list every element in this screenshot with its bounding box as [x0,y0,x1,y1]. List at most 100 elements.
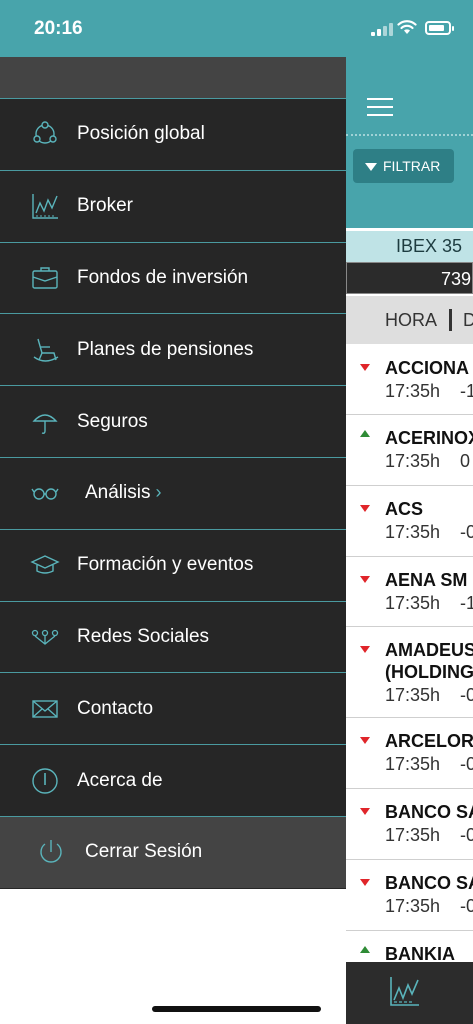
drawer-header [0,57,346,98]
stock-change: -0 [460,754,473,774]
chart-icon [32,194,58,219]
glasses-icon [31,488,59,501]
stock-time: 17:35h [385,593,441,613]
menu-item-label: Seguros [77,410,148,432]
trend-up-icon [360,946,370,953]
info-icon [32,767,58,794]
table-row[interactable]: ACERINOX 17:35h 0 [346,415,473,486]
menu-item-broker[interactable]: Broker [0,169,346,242]
trend-down-icon [360,505,370,512]
trend-down-icon [360,737,370,744]
column-header: HORA D [346,296,473,344]
menu-item-label: Acerca de [77,769,163,791]
table-row[interactable]: ACCIONA 17:35h -1 [346,345,473,415]
menu-item-formacion[interactable]: Formación y eventos [0,528,346,601]
column-header-change[interactable]: D [463,296,473,344]
logout-label: Cerrar Sesión [85,841,203,863]
menu-item-analisis[interactable]: Análisis › [0,456,346,529]
stock-change: -1 [460,593,473,613]
trend-down-icon [360,364,370,371]
graduation-cap-icon [30,555,60,574]
wifi-icon [397,20,417,34]
stock-name: ACS [385,499,424,519]
stock-list: ACCIONA 17:35h -1 ACERINOX 17:35h 0 ACS … [346,345,473,976]
menu-item-label: Posición global [77,123,205,145]
stock-name: ACCIONA [385,358,469,378]
stock-change: -0 [460,896,473,916]
menu-item-label: Broker [77,195,133,217]
umbrella-icon [32,413,58,434]
menu-item-acerca-de[interactable]: Acerca de [0,744,346,816]
stock-change: -0 [460,522,473,542]
hamburger-menu-icon[interactable] [367,98,393,118]
menu-item-redes-sociales[interactable]: Redes Sociales [0,600,346,673]
table-row[interactable]: ARCELOR 17:35h -0 [346,718,473,789]
navigation-drawer: Posición global Broker Fondos de inversi… [0,57,346,889]
menu-item-label: Formación y eventos [77,554,254,576]
stock-change: 0 [460,451,471,471]
bottom-tab-bar [346,962,473,1024]
menu-item-planes[interactable]: Planes de pensiones [0,313,346,385]
stock-name: ACERINOX [385,428,473,448]
filter-bar: FILTRAR [346,136,473,198]
battery-icon [425,21,454,35]
menu-item-posicion-global[interactable]: Posición global [0,98,346,170]
menu-item-seguros[interactable]: Seguros [0,385,346,457]
stock-time: 17:35h [385,896,441,916]
stock-time: 17:35h [385,754,441,774]
logout-button[interactable]: Cerrar Sesión [0,815,346,888]
table-row[interactable]: AMADEUS (HOLDING 17:35h -0 [346,627,473,718]
table-row[interactable]: BANCO SA 17:35h -0 [346,789,473,860]
menu-item-label: Contacto [77,697,154,719]
table-row[interactable]: BANCO SA 17:35h -0 [346,860,473,931]
menu-item-label-group: Análisis › [85,482,161,504]
column-separator [449,309,452,331]
menu-item-fondos[interactable]: Fondos de inversión [0,241,346,314]
filter-label: FILTRAR [383,158,441,174]
envelope-icon [32,700,58,718]
menu-item-label: Análisis [85,482,151,504]
stock-list-screen: FILTRAR IBEX 35 739 HORA D ACCIONA 17:35… [346,57,473,1024]
stock-name: AENA SM [385,570,468,590]
cellular-signal-icon [371,22,393,36]
stock-change: -0 [460,685,473,705]
status-bar: 20:16 [0,0,473,57]
stock-time: 17:35h [385,825,441,845]
funnel-icon [365,163,377,171]
stock-time: 17:35h [385,451,441,471]
trend-down-icon [360,879,370,886]
chart-tab-icon[interactable] [388,974,422,1008]
filter-button[interactable]: FILTRAR [353,149,454,183]
stock-time: 17:35h [385,381,441,401]
app-header [346,57,473,136]
index-value: 739 [346,262,473,294]
home-indicator[interactable] [152,1006,321,1012]
rocking-chair-icon [33,338,59,362]
tab-strip [346,198,473,228]
stock-name: BANCO SA [385,802,473,822]
stock-change: -0 [460,825,473,845]
table-row[interactable]: ACS 17:35h -0 [346,486,473,557]
trend-up-icon [360,430,370,437]
menu-item-label: Fondos de inversión [77,266,249,288]
chevron-right-icon: › [155,482,162,503]
status-time: 20:16 [34,18,83,39]
trend-down-icon [360,808,370,815]
briefcase-icon [32,267,58,289]
social-icon [31,629,59,645]
menu-item-label: Planes de pensiones [77,338,254,360]
column-header-time[interactable]: HORA [385,296,437,344]
power-icon [40,840,62,863]
index-name[interactable]: IBEX 35 [346,231,473,262]
trend-down-icon [360,646,370,653]
stock-time: 17:35h [385,522,441,542]
stock-name: AMADEUS (HOLDING [385,640,473,682]
network-icon [33,121,57,145]
menu-item-contacto[interactable]: Contacto [0,672,346,744]
stock-name: ARCELOR [385,731,473,751]
stock-name: BANCO SA [385,873,473,893]
trend-down-icon [360,576,370,583]
stock-time: 17:35h [385,685,441,705]
table-row[interactable]: AENA SM 17:35h -1 [346,557,473,627]
menu-item-label: Redes Sociales [77,625,210,647]
